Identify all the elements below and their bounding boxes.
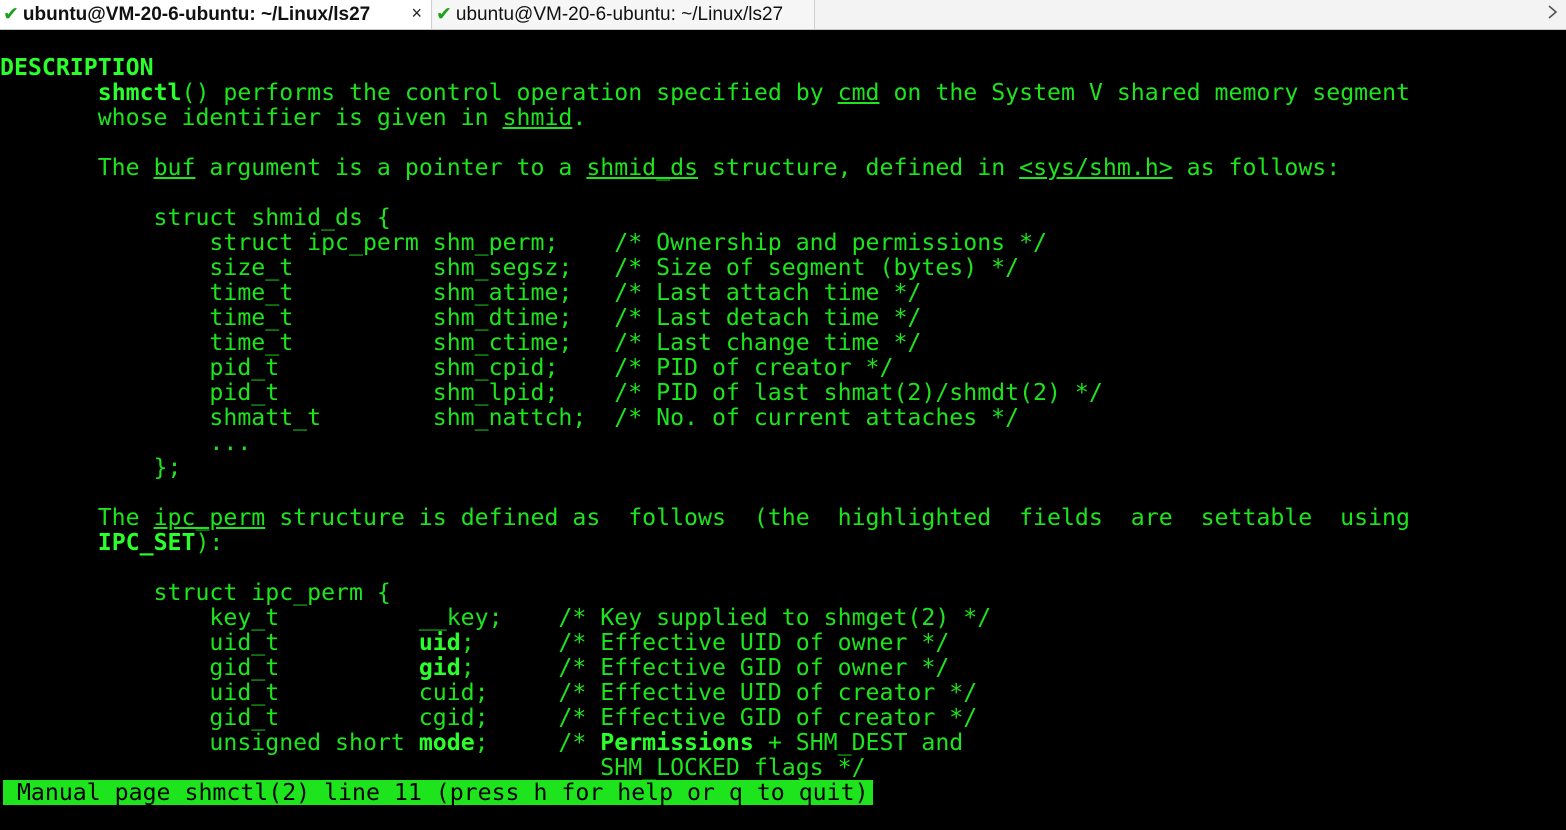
terminal-text: gid: [418, 654, 461, 681]
terminal-text: Permissions: [600, 729, 754, 756]
terminal-text: gid_t cgid; /* Effective GID of creator …: [0, 704, 978, 731]
terminal-text: mode: [418, 729, 475, 756]
terminal-text: pid_t shm_cpid; /* PID of creator */: [0, 354, 894, 381]
terminal-line: pid_t shm_cpid; /* PID of creator */: [0, 355, 893, 380]
terminal-text: SHM_LOCKED flags */: [0, 754, 866, 781]
terminal-line: DESCRIPTION: [0, 55, 154, 80]
terminal-text: ; /* Effective UID of owner */: [460, 629, 950, 656]
terminal-line: gid_t cgid; /* Effective GID of creator …: [0, 705, 977, 730]
terminal-text: <sys/shm.h>: [1019, 154, 1173, 181]
terminal-line: whose identifier is given in shmid.: [0, 104, 587, 131]
terminal-text: struct shmid_ds {: [0, 204, 391, 231]
tab-list-chevron-icon[interactable]: [1546, 4, 1560, 20]
terminal-text: gid_t: [0, 654, 419, 681]
terminal-line: time_t shm_atime; /* Last attach time */: [0, 280, 921, 305]
terminal-text: buf: [153, 154, 196, 181]
terminal-line: shmatt_t shm_nattch; /* No. of current a…: [0, 405, 1019, 430]
terminal-line: pid_t shm_lpid; /* PID of last shmat(2)/…: [0, 379, 1103, 406]
terminal-line: uid_t cuid; /* Effective UID of creator …: [0, 680, 977, 705]
terminal-line: size_t shm_segsz; /* Size of segment (by…: [0, 255, 1019, 280]
terminal-text: time_t shm_dtime; /* Last detach time */: [0, 304, 922, 331]
terminal-line: SHM_LOCKED flags */: [0, 754, 866, 781]
tab-label: ubuntu@VM-20-6-ubuntu: ~/Linux/ls27: [455, 3, 784, 25]
terminal-text: .: [572, 104, 587, 131]
terminal-text: IPC_SET: [97, 529, 196, 556]
terminal-text: ; /* Effective GID of owner */: [460, 654, 950, 681]
terminal-line: ...: [0, 430, 251, 455]
terminal-text: structure, defined in: [698, 154, 1020, 181]
terminal-line: time_t shm_dtime; /* Last detach time */: [0, 305, 921, 330]
terminal-text: on the System V shared memory segment: [879, 79, 1410, 106]
terminal-line: shmctl() performs the control operation …: [0, 80, 1410, 105]
terminal-line: struct ipc_perm {: [0, 580, 391, 605]
terminal-text: ):: [195, 529, 224, 556]
terminal-line: IPC_SET):: [0, 529, 224, 556]
terminal-line: struct ipc_perm shm_perm; /* Ownership a…: [0, 230, 1047, 255]
terminal-text: ...: [0, 429, 252, 456]
terminal-text: uid_t: [0, 629, 419, 656]
check-icon: ✔: [3, 4, 19, 25]
tab-bar: ✔ ubuntu@VM-20-6-ubuntu: ~/Linux/ls27 × …: [0, 0, 1566, 30]
terminal-text: shmctl: [97, 79, 182, 106]
terminal-text: struct ipc_perm {: [0, 579, 391, 606]
terminal-text: shmid: [502, 104, 573, 131]
terminal-text: as follows:: [1172, 154, 1341, 181]
terminal-text: };: [0, 454, 182, 481]
terminal-line: The ipc_perm structure is defined as fol…: [0, 505, 1410, 530]
terminal-text: time_t shm_ctime; /* Last change time */: [0, 329, 922, 356]
terminal-line: };: [0, 454, 182, 481]
tab-inactive-session[interactable]: ✔ ubuntu@VM-20-6-ubuntu: ~/Linux/ls27: [433, 0, 815, 29]
terminal-text: structure is defined as follows (the hig…: [265, 504, 1410, 531]
terminal-text: DESCRIPTION: [0, 54, 154, 81]
terminal-line: gid_t gid; /* Effective GID of owner */: [0, 655, 949, 680]
terminal-text: uid: [418, 629, 461, 656]
terminal-line: unsigned short mode; /* Permissions + SH…: [0, 730, 963, 755]
terminal-text: The: [0, 504, 154, 531]
terminal-text: cmd: [837, 79, 880, 106]
terminal-text: pid_t shm_lpid; /* PID of last shmat(2)/…: [0, 379, 1103, 406]
terminal-line: uid_t uid; /* Effective UID of owner */: [0, 630, 949, 655]
terminal-text: unsigned short: [0, 729, 419, 756]
close-tab-icon[interactable]: ×: [411, 3, 422, 24]
check-icon: ✔: [436, 4, 452, 25]
terminal-text: ; /*: [474, 729, 601, 756]
terminal-line: time_t shm_ctime; /* Last change time */: [0, 330, 921, 355]
man-status-line: Manual page shmctl(2) line 11 (press h f…: [3, 780, 873, 805]
terminal-line: key_t __key; /* Key supplied to shmget(2…: [0, 605, 991, 630]
terminal-text: struct ipc_perm shm_perm; /* Ownership a…: [0, 229, 1048, 256]
terminal-text: size_t shm_segsz; /* Size of segment (by…: [0, 254, 1020, 281]
terminal-text: time_t shm_atime; /* Last attach time */: [0, 279, 922, 306]
terminal-text: ipc_perm: [153, 504, 266, 531]
terminal-text: () performs the control operation specif…: [181, 79, 838, 106]
terminal-text: + SHM_DEST and: [753, 729, 964, 756]
terminal-text: shmid_ds: [586, 154, 699, 181]
terminal-text: key_t __key; /* Key supplied to shmget(2…: [0, 604, 992, 631]
terminal-line: The buf argument is a pointer to a shmid…: [0, 154, 1341, 181]
terminal-output[interactable]: Manual page shmctl(2) line 11 (press h f…: [0, 31, 1566, 830]
terminal-text: The: [0, 154, 154, 181]
terminal-line: struct shmid_ds {: [0, 205, 391, 230]
terminal-text: argument is a pointer to a: [195, 154, 587, 181]
terminal-text: uid_t cuid; /* Effective UID of creator …: [0, 679, 978, 706]
tab-label: ubuntu@VM-20-6-ubuntu: ~/Linux/ls27: [22, 3, 371, 25]
terminal-text: whose identifier is given in: [0, 104, 503, 131]
tab-active-session[interactable]: ✔ ubuntu@VM-20-6-ubuntu: ~/Linux/ls27 ×: [0, 0, 432, 29]
terminal-text: shmatt_t shm_nattch; /* No. of current a…: [0, 404, 1020, 431]
